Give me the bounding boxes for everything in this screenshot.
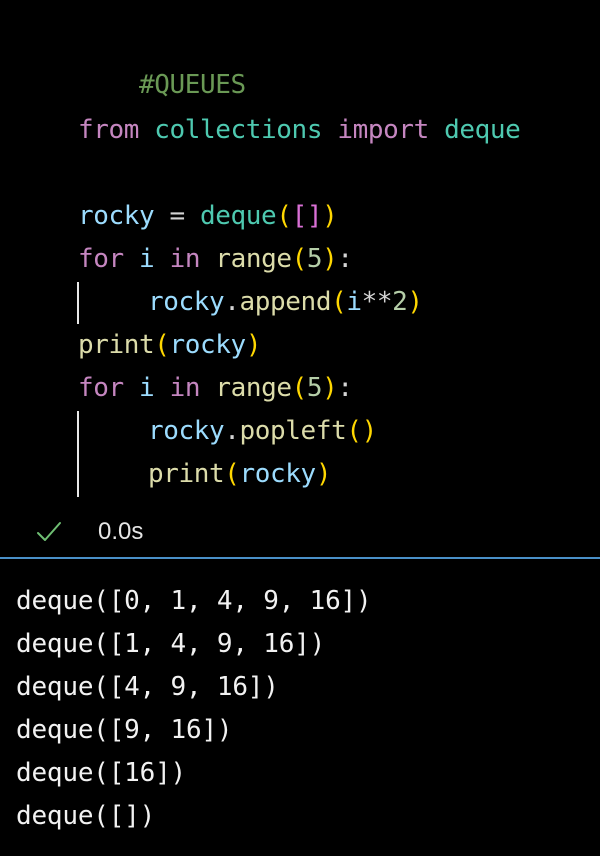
code-line-print-1: print(rocky) [78,325,262,365]
code-line-assign: rocky = deque([]) [78,196,338,236]
dot-token: . [224,287,240,317]
number-token: 5 [306,373,323,403]
paren-token: ( [291,373,308,403]
class-token: deque [444,115,521,145]
output-line: deque([16]) [16,758,186,788]
paren-token: ( [331,287,347,317]
function-token: range [215,373,292,403]
colon-token: : [337,373,353,403]
paren-token: ) [322,201,338,231]
variable-token: i [139,244,155,274]
paren-token: ) [361,416,378,446]
paren-token: ( [291,244,308,274]
number-token: 5 [306,244,323,274]
function-token: append [239,287,332,317]
paren-token: ) [245,330,262,360]
variable-token: i [139,373,155,403]
variable-token: rocky [148,287,225,317]
module-token: collections [154,115,323,145]
function-token: print [78,330,155,360]
dot-token: . [224,416,240,446]
code-line-print-2: print(rocky) [148,454,332,494]
paren-token: ) [407,287,423,317]
code-cell[interactable]: #QUEUES from collections import deque ro… [0,0,600,558]
variable-token: i [346,287,362,317]
function-token: popleft [239,416,347,446]
execution-status: 0.0s [0,512,600,552]
output-line: deque([1, 4, 9, 16]) [16,629,326,659]
keyword-token: in [169,244,201,274]
paren-token: ( [154,330,170,360]
output-line: deque([4, 9, 16]) [16,672,279,702]
paren-token: ( [346,416,362,446]
code-line-for-1: for i in range(5): [78,239,353,279]
bracket-token: [ [291,201,308,231]
paren-token: ( [224,459,240,489]
variable-token: rocky [78,201,155,231]
output-line: deque([9, 16]) [16,715,233,745]
number-token: 2 [392,287,408,317]
operator-token: ** [361,287,393,317]
keyword-token: import [337,115,429,145]
code-line-append: rocky.append(i**2) [148,282,423,322]
output-line: deque([]) [16,801,156,831]
function-token: print [148,459,225,489]
variable-token: rocky [169,330,247,360]
indent-guide [77,411,79,497]
operator-token: = [154,201,201,231]
keyword-token: in [169,373,201,403]
variable-token: rocky [239,459,317,489]
function-token: deque [200,201,277,231]
paren-token: ) [322,373,338,403]
comment-token: #QUEUES [139,70,246,100]
variable-token: rocky [148,416,225,446]
code-line-comment: #QUEUES [78,25,246,100]
execution-time: 0.0s [98,518,144,545]
output-line: deque([0, 1, 4, 9, 16]) [16,586,372,616]
code-line-import: from collections import deque [78,110,521,150]
code-line-popleft: rocky.popleft() [148,411,377,451]
colon-token: : [337,244,353,274]
keyword-token: for [78,244,124,274]
indent-guide [77,282,79,324]
paren-token: ( [276,201,292,231]
keyword-token: from [78,115,140,145]
check-icon [37,522,61,541]
bracket-token: ] [306,201,323,231]
keyword-token: for [78,373,124,403]
paren-token: ) [322,244,338,274]
cell-output: deque([0, 1, 4, 9, 16]) deque([1, 4, 9, … [0,559,600,856]
function-token: range [215,244,292,274]
code-line-for-2: for i in range(5): [78,368,353,408]
paren-token: ) [315,459,332,489]
